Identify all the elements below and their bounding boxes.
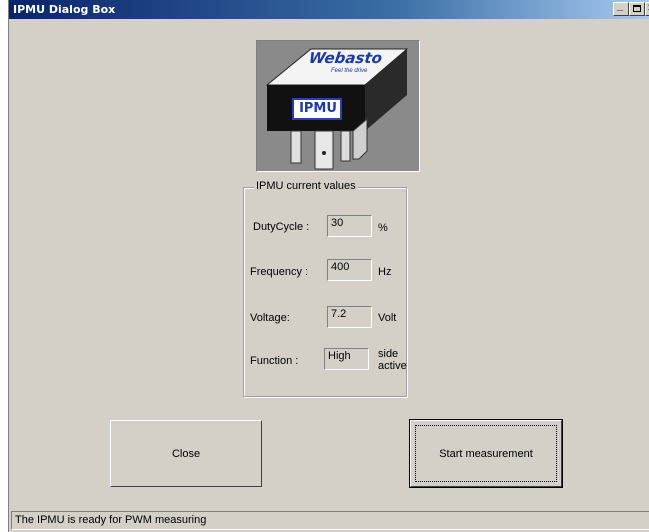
dialog-window: IPMU Dialog Box _ ✕ Webasto [8, 0, 649, 532]
device-label: IPMU [299, 101, 337, 116]
dutycycle-unit: % [378, 222, 388, 234]
brand-tagline: Feel the drive [331, 68, 368, 74]
title-bar[interactable]: IPMU Dialog Box _ ✕ [9, 0, 649, 19]
minimize-icon: _ [617, 0, 624, 12]
dutycycle-field[interactable]: 30 [327, 215, 372, 237]
frequency-label: Frequency : [250, 266, 309, 278]
voltage-label: Voltage: [250, 312, 290, 324]
function-label: Function : [250, 355, 299, 367]
maximize-icon [633, 5, 641, 12]
start-measurement-button[interactable]: Start measurement [409, 419, 563, 488]
function-unit: side active [378, 348, 407, 372]
function-field[interactable]: High [324, 348, 369, 370]
dutycycle-label: DutyCycle : [253, 221, 310, 233]
maximize-button[interactable] [629, 2, 645, 16]
frequency-field[interactable]: 400 [327, 259, 372, 281]
ipmu-device-image: Webasto Feel the drive IPMU [256, 40, 420, 172]
voltage-field[interactable]: 7.2 [327, 306, 372, 328]
minimize-button[interactable]: _ [613, 0, 629, 16]
status-bar: The IPMU is ready for PWM measuring [11, 511, 649, 530]
voltage-unit: Volt [378, 312, 397, 324]
group-title: IPMU current values [254, 180, 358, 192]
close-button-label: Close [171, 447, 201, 460]
close-button[interactable]: Close [110, 420, 262, 487]
brand-logo: Webasto [307, 49, 384, 67]
status-text: The IPMU is ready for PWM measuring [15, 514, 207, 526]
close-window-button[interactable]: ✕ [645, 2, 649, 16]
window-title: IPMU Dialog Box [13, 3, 116, 16]
frequency-unit: Hz [378, 266, 392, 278]
focus-rectangle [415, 425, 557, 482]
